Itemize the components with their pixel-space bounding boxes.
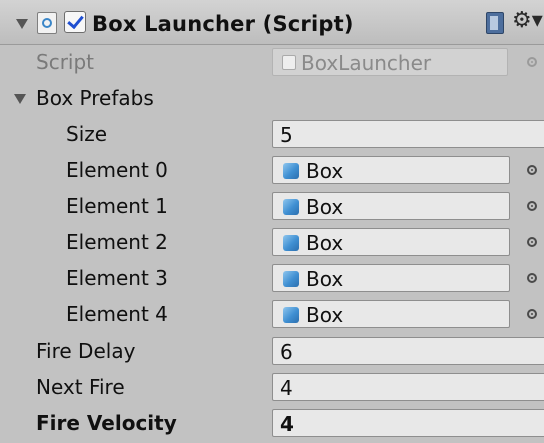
element-object-field[interactable]: Box (272, 300, 510, 328)
fire-delay-value: 6 (280, 340, 293, 364)
element-value: Box (306, 303, 344, 327)
fire-delay-row: Fire Delay 6 (0, 333, 544, 369)
object-picker-icon[interactable] (527, 309, 537, 319)
component-enabled-checkbox[interactable] (64, 11, 86, 33)
fire-velocity-label: Fire Velocity (36, 411, 177, 435)
element-value: Box (306, 195, 344, 219)
inspector-panel: Box Launcher (Script) ⚙▾ Script BoxLaunc… (0, 0, 544, 443)
size-input[interactable]: 5 (272, 120, 544, 148)
script-value: BoxLauncher (301, 51, 432, 75)
fire-velocity-input[interactable]: 4 (272, 409, 544, 437)
element-row: Element 4 Box (0, 296, 544, 332)
size-row: Size 5 (0, 116, 544, 152)
gear-icon[interactable]: ⚙▾ (512, 6, 543, 36)
element-row: Element 0 Box (0, 152, 544, 188)
script-file-icon (282, 55, 296, 70)
script-picker-icon (527, 57, 537, 67)
size-value: 5 (280, 123, 293, 147)
object-picker-icon[interactable] (527, 273, 537, 283)
element-object-field[interactable]: Box (272, 228, 510, 256)
element-label: Element 2 (66, 230, 168, 254)
object-picker-icon[interactable] (527, 165, 537, 175)
element-object-field[interactable]: Box (272, 156, 510, 184)
cube-icon (283, 307, 299, 323)
script-icon (37, 12, 57, 34)
fire-delay-input[interactable]: 6 (272, 337, 544, 365)
size-label: Size (66, 122, 108, 146)
element-object-field[interactable]: Box (272, 264, 510, 292)
component-title: Box Launcher (Script) (92, 12, 354, 36)
next-fire-label: Next Fire (36, 375, 125, 399)
object-picker-icon[interactable] (527, 237, 537, 247)
cube-icon (283, 271, 299, 287)
next-fire-row: Next Fire 4 (0, 369, 544, 405)
component-foldout-arrow-icon[interactable] (16, 19, 28, 29)
cube-icon (283, 235, 299, 251)
element-row: Element 1 Box (0, 188, 544, 224)
element-object-field[interactable]: Box (272, 192, 510, 220)
script-row: Script BoxLauncher (0, 44, 544, 80)
element-label: Element 1 (66, 194, 168, 218)
component-header[interactable]: Box Launcher (Script) ⚙▾ (0, 0, 544, 45)
cube-icon (283, 163, 299, 179)
script-field[interactable]: BoxLauncher (272, 48, 508, 76)
element-label: Element 0 (66, 158, 168, 182)
element-value: Box (306, 231, 344, 255)
element-value: Box (306, 159, 344, 183)
next-fire-input[interactable]: 4 (272, 373, 544, 401)
box-prefabs-label: Box Prefabs (36, 86, 154, 110)
cube-icon (283, 199, 299, 215)
help-book-icon[interactable] (486, 12, 504, 34)
element-row: Element 2 Box (0, 224, 544, 260)
box-prefabs-foldout-icon[interactable] (14, 94, 26, 104)
box-prefabs-row[interactable]: Box Prefabs (0, 80, 544, 116)
object-picker-icon[interactable] (527, 201, 537, 211)
next-fire-value: 4 (280, 376, 293, 400)
element-row: Element 3 Box (0, 260, 544, 296)
script-label: Script (36, 50, 95, 74)
element-label: Element 3 (66, 266, 168, 290)
element-value: Box (306, 267, 344, 291)
fire-velocity-row: Fire Velocity 4 (0, 405, 544, 441)
element-label: Element 4 (66, 302, 168, 326)
fire-velocity-value: 4 (280, 412, 294, 436)
fire-delay-label: Fire Delay (36, 339, 136, 363)
